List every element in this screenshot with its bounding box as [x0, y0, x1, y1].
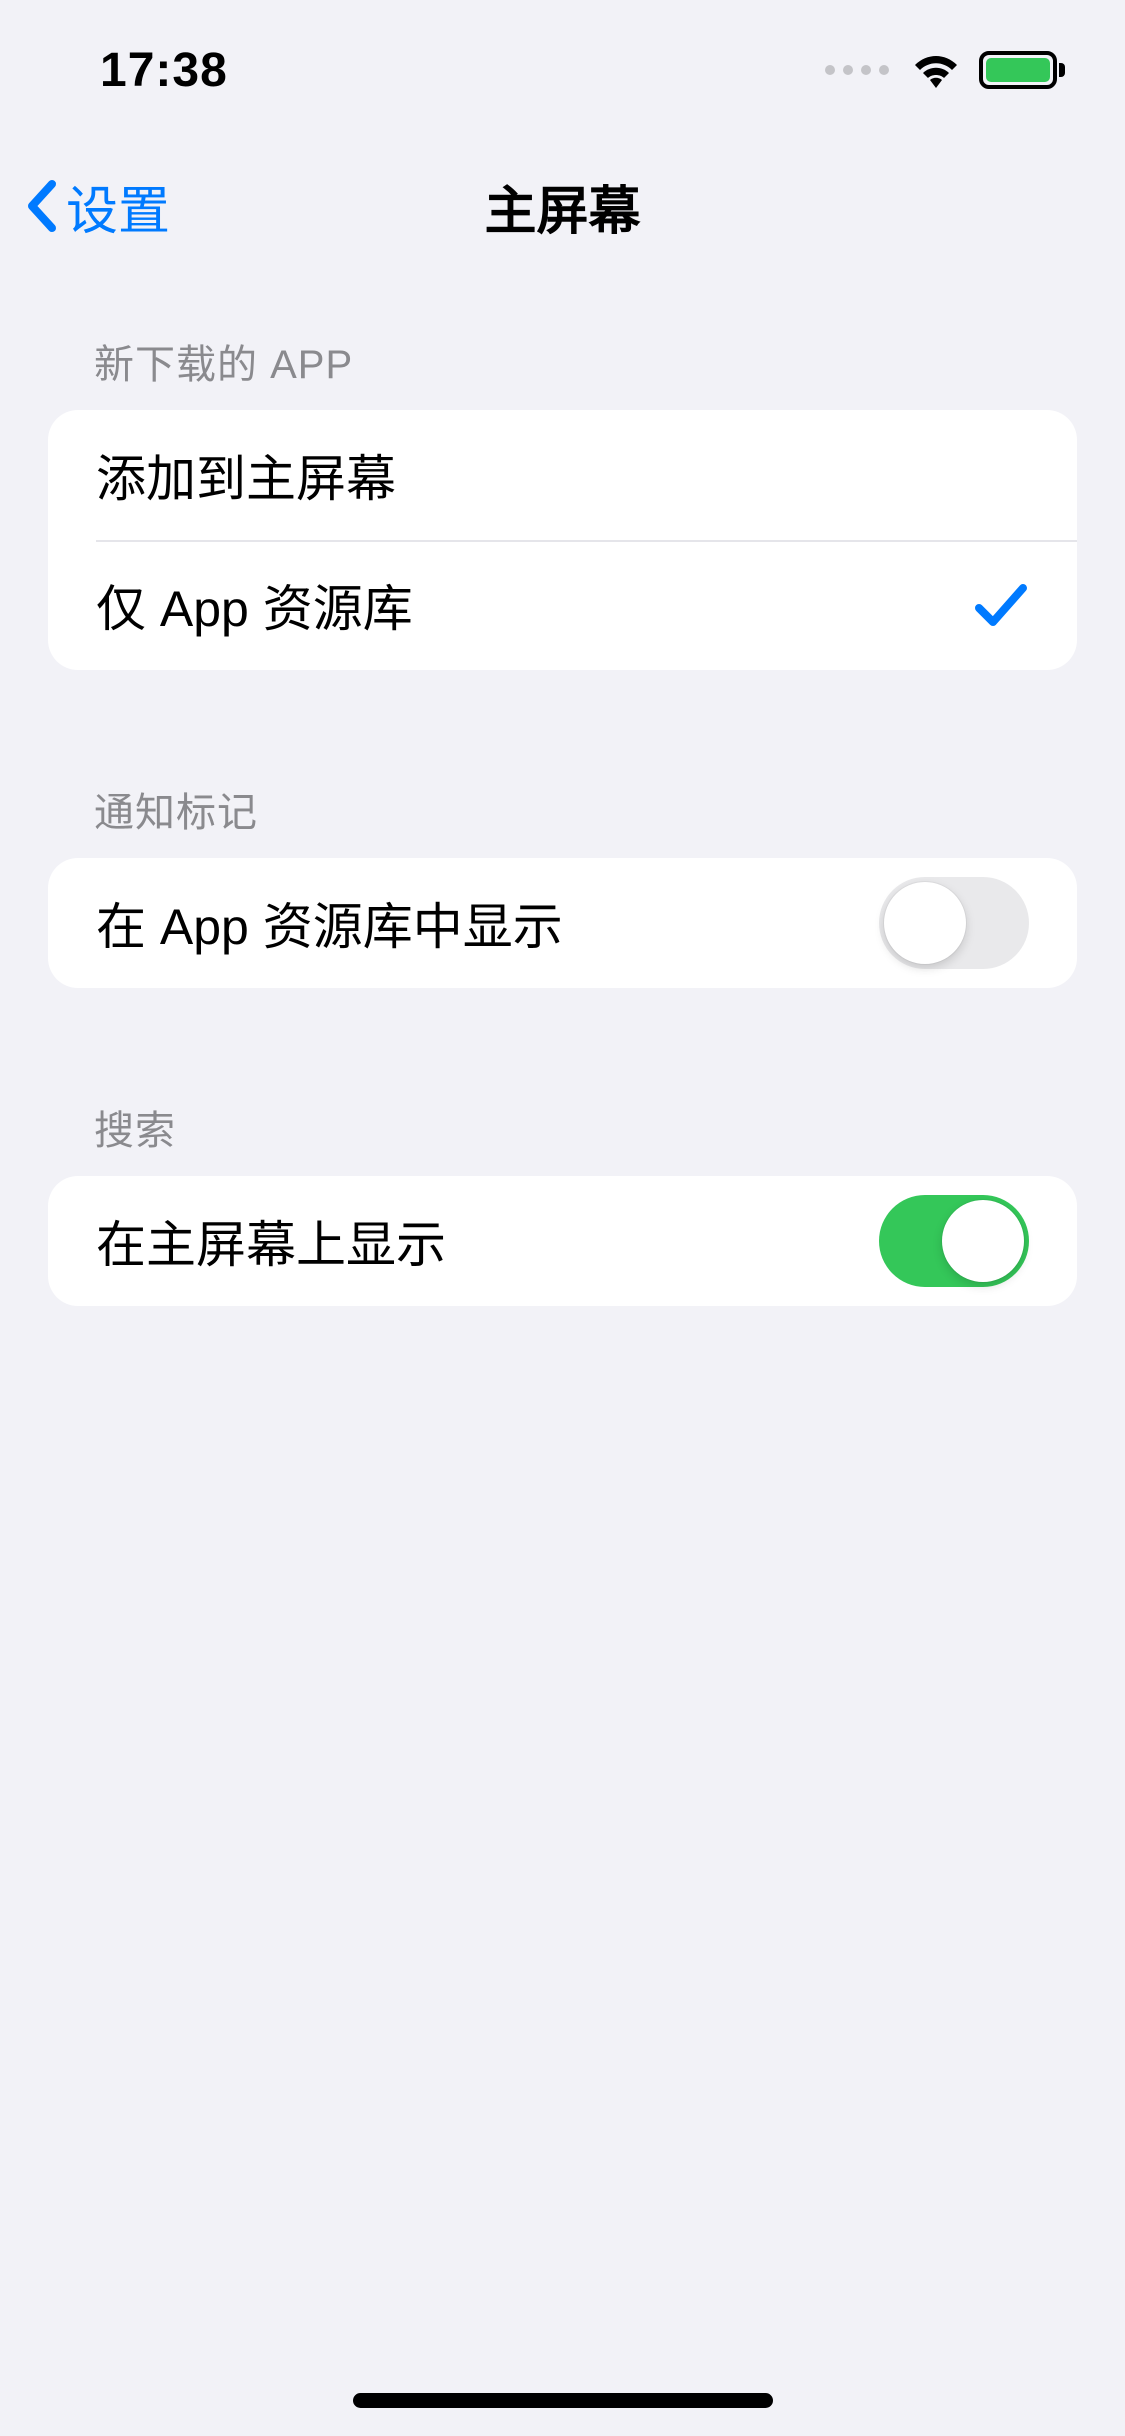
option-label: 仅 App 资源库 [96, 569, 413, 641]
toggle-show-on-home[interactable] [879, 1195, 1029, 1287]
section-header-badges: 通知标记 [0, 780, 1125, 858]
section-header-new-apps: 新下载的 APP [0, 332, 1125, 410]
checkmark-icon [973, 580, 1029, 630]
row-label: 在主屏幕上显示 [96, 1205, 446, 1277]
home-indicator[interactable] [353, 2393, 773, 2408]
status-right [825, 51, 1065, 89]
option-add-to-home[interactable]: 添加到主屏幕 [48, 410, 1077, 540]
chevron-left-icon [24, 178, 60, 234]
section-header-search: 搜索 [0, 1098, 1125, 1176]
toggle-show-in-library[interactable] [879, 877, 1029, 969]
back-label: 设置 [66, 169, 170, 244]
status-time: 17:38 [100, 43, 228, 98]
cellular-dots-icon [825, 65, 889, 75]
option-label: 添加到主屏幕 [96, 439, 396, 511]
back-button[interactable]: 设置 [24, 140, 170, 272]
status-bar: 17:38 [0, 0, 1125, 140]
row-show-on-home: 在主屏幕上显示 [48, 1176, 1077, 1306]
page-title: 主屏幕 [484, 169, 640, 244]
wifi-icon [911, 51, 961, 89]
row-label: 在 App 资源库中显示 [96, 887, 563, 959]
group-search: 在主屏幕上显示 [48, 1176, 1077, 1306]
battery-icon [979, 51, 1065, 89]
group-new-apps: 添加到主屏幕 仅 App 资源库 [48, 410, 1077, 670]
group-badges: 在 App 资源库中显示 [48, 858, 1077, 988]
option-app-library-only[interactable]: 仅 App 资源库 [48, 540, 1077, 670]
row-show-in-library: 在 App 资源库中显示 [48, 858, 1077, 988]
nav-bar: 设置 主屏幕 [0, 140, 1125, 272]
